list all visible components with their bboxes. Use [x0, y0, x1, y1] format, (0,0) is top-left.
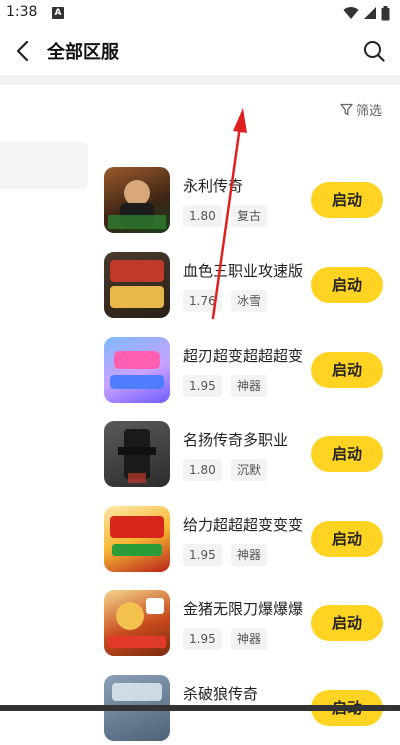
launch-button[interactable]: 启动: [311, 605, 383, 641]
game-name: 金猪无限刀爆爆爆: [183, 600, 304, 618]
style-tag: 神器: [231, 544, 268, 566]
header: 全部区服: [0, 26, 400, 76]
game-name: 永利传奇: [183, 177, 244, 195]
game-name: 给力超超超变变变: [183, 516, 304, 534]
signal-icon: [364, 7, 376, 19]
filter-button[interactable]: 筛选: [340, 100, 382, 119]
style-tag: 冰雪: [231, 290, 268, 312]
game-icon: [104, 590, 170, 656]
version-tag: 1.80: [183, 459, 222, 481]
game-name: 杀破狼传奇: [183, 685, 259, 703]
version-tag: 1.95: [183, 628, 222, 650]
filter-icon: [340, 103, 353, 116]
version-tag: 1.80: [183, 205, 222, 227]
game-icon: [104, 506, 170, 572]
style-tag: 复古: [231, 205, 268, 227]
game-icon: [104, 252, 170, 318]
navigation-bar: [0, 705, 400, 711]
page-title: 全部区服: [47, 42, 119, 63]
launch-button[interactable]: 启动: [311, 521, 383, 557]
style-tag: 神器: [231, 628, 268, 650]
game-row[interactable]: 永利传奇 1.80 复古 启动: [104, 167, 400, 237]
status-time: 1:38: [6, 4, 38, 20]
game-name: 名扬传奇多职业: [183, 431, 289, 449]
filter-label: 筛选: [355, 104, 382, 119]
game-name: 超刃超变超超超变: [183, 347, 304, 365]
a-icon: A: [52, 7, 64, 19]
launch-button[interactable]: 启动: [311, 436, 383, 472]
wifi-icon: [343, 7, 359, 20]
launch-button[interactable]: 启动: [311, 267, 383, 303]
game-icon: [104, 421, 170, 487]
battery-icon: [381, 5, 390, 20]
style-tag: 沉默: [231, 459, 268, 481]
game-row[interactable]: 名扬传奇多职业 1.80 沉默 启动: [104, 421, 400, 491]
game-row[interactable]: 血色三职业攻速版 1.76 冰雪 启动: [104, 252, 400, 322]
category-sidebar: [0, 132, 88, 711]
game-name: 血色三职业攻速版: [183, 262, 304, 280]
status-icons: [343, 5, 390, 21]
launch-button[interactable]: 启动: [311, 352, 383, 388]
game-row[interactable]: 超刃超变超超超变 1.95 神器 启动: [104, 337, 400, 407]
search-icon[interactable]: [362, 39, 386, 63]
status-bar: 1:38 A: [0, 0, 400, 26]
style-tag: 神器: [231, 375, 268, 397]
chevron-left-icon[interactable]: [12, 39, 36, 63]
version-tag: 1.95: [183, 375, 222, 397]
game-icon: [104, 167, 170, 233]
launch-button[interactable]: 启动: [311, 182, 383, 218]
version-tag: 1.95: [183, 544, 222, 566]
header-divider-band: [0, 75, 400, 85]
game-row[interactable]: 给力超超超变变变 1.95 神器 启动: [104, 506, 400, 576]
version-tag: 1.76: [183, 290, 222, 312]
category-sidebar-item[interactable]: [0, 142, 88, 189]
game-icon: [104, 337, 170, 403]
game-row[interactable]: 金猪无限刀爆爆爆 1.95 神器 启动: [104, 590, 400, 660]
